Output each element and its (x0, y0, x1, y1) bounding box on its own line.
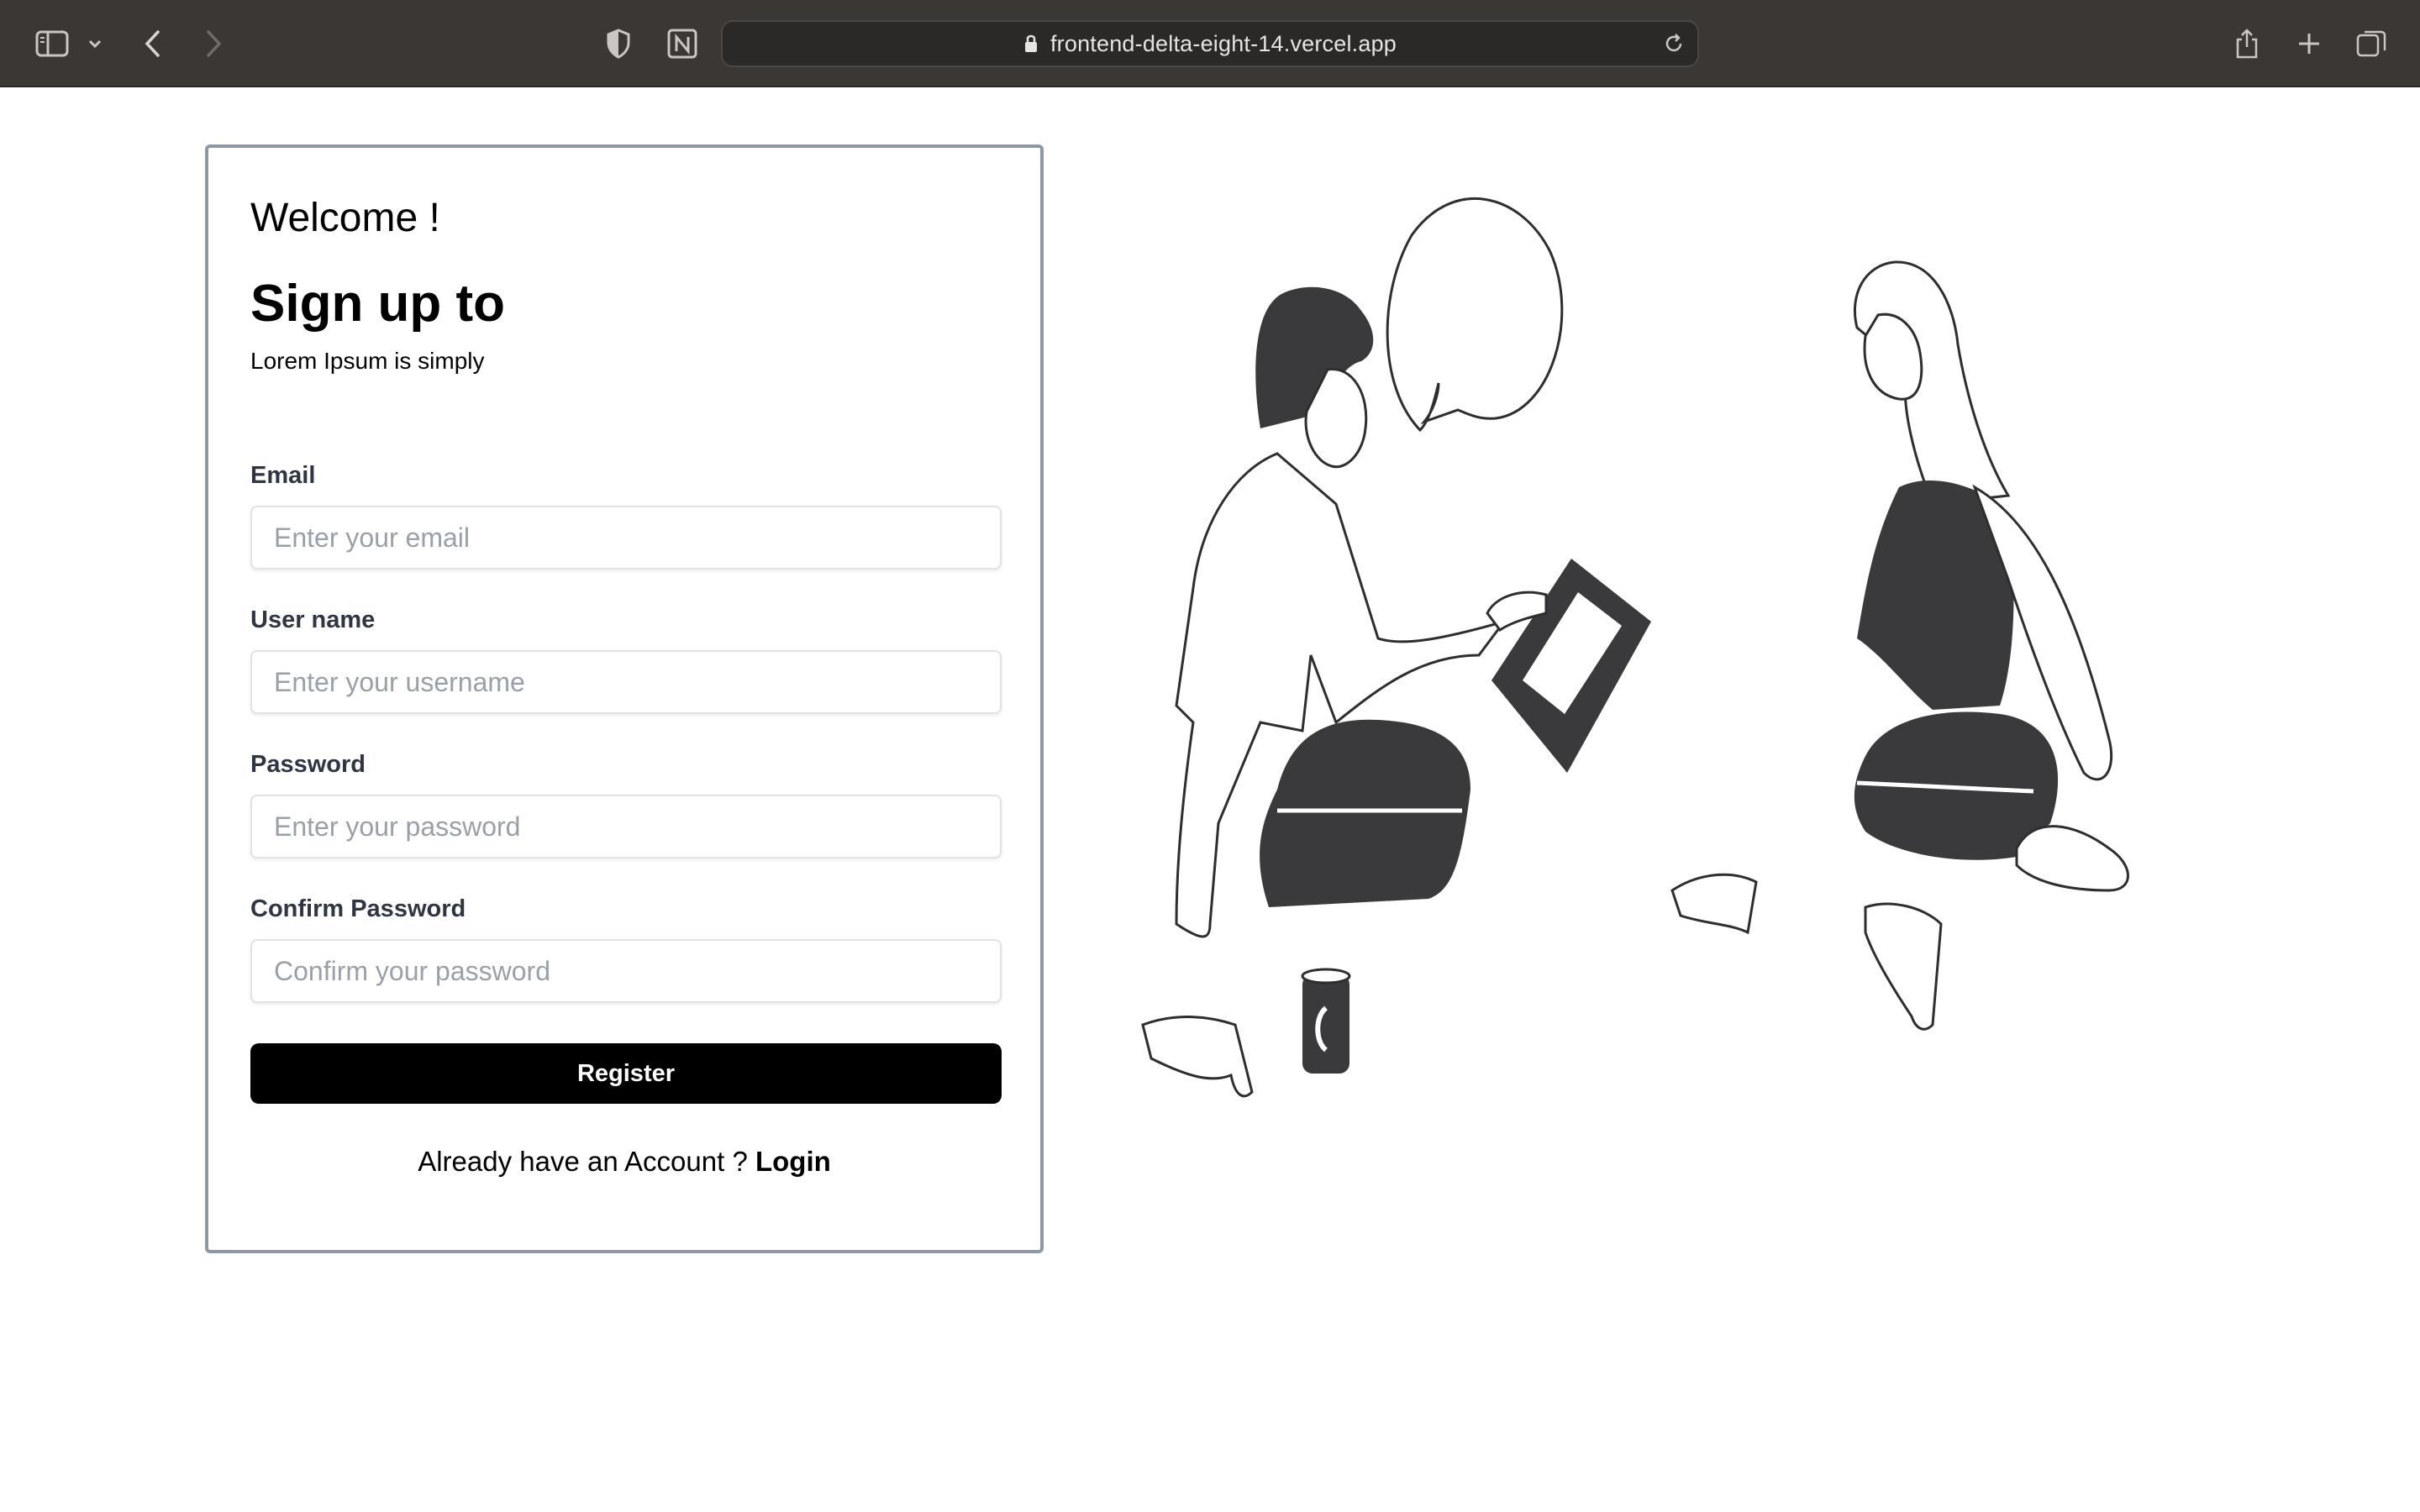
man-figure (1141, 286, 1651, 1098)
reload-icon[interactable] (1662, 32, 1686, 55)
email-field[interactable] (250, 506, 1002, 570)
tab-overview-icon[interactable] (2348, 20, 2395, 67)
signup-card: Welcome ! Sign up to Lorem Ipsum is simp… (205, 144, 1044, 1253)
illustration-people-talking (1141, 197, 2129, 1098)
share-icon[interactable] (2223, 20, 2270, 67)
login-prompt-text: Already have an Account ? (418, 1146, 748, 1177)
page-title: Sign up to (250, 275, 506, 333)
back-icon[interactable] (129, 20, 176, 67)
url-text: frontend-delta-eight-14.vercel.app (1050, 30, 1397, 56)
chevron-down-icon[interactable] (74, 20, 116, 67)
browser-toolbar: frontend-delta-eight-14.vercel.app (0, 0, 2420, 87)
password-label: Password (250, 751, 366, 778)
confirm-password-label: Confirm Password (250, 895, 466, 922)
shield-icon[interactable] (595, 20, 642, 67)
username-label: User name (250, 606, 376, 633)
login-link[interactable]: Login (755, 1146, 831, 1177)
login-prompt-line: Already have an Account ? Login (208, 1146, 1040, 1178)
register-button[interactable]: Register (250, 1043, 1002, 1104)
new-tab-icon[interactable] (2286, 20, 2333, 67)
lock-icon (1024, 34, 1037, 52)
woman-figure (1670, 260, 2129, 1031)
email-label: Email (250, 462, 316, 489)
speech-bubble-icon (1386, 197, 1564, 433)
username-field[interactable] (250, 650, 1002, 714)
confirm-password-field[interactable] (250, 939, 1002, 1003)
address-bar[interactable]: frontend-delta-eight-14.vercel.app (721, 20, 1699, 67)
password-field[interactable] (250, 795, 1002, 858)
forward-icon[interactable] (190, 20, 237, 67)
welcome-heading: Welcome ! (250, 196, 440, 240)
page-subtitle: Lorem Ipsum is simply (250, 348, 485, 374)
sidebar-icon[interactable] (29, 20, 76, 67)
notion-icon[interactable] (659, 20, 706, 67)
